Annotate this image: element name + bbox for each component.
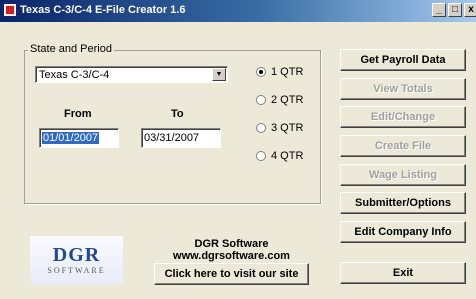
state-select-value: Texas C-3/C-4 [39, 69, 110, 81]
radio-1-qtr[interactable]: 1 QTR [256, 66, 326, 80]
view-totals-button[interactable]: View Totals [340, 78, 466, 100]
to-label: To [171, 108, 184, 120]
radio-circle[interactable] [256, 151, 266, 161]
company-url: www.dgrsoftware.com [173, 250, 290, 262]
app-window: Texas C-3/C-4 E-File Creator 1.6 _ □ x S… [0, 0, 476, 299]
dgr-logo: DGR SOFTWARE [30, 236, 123, 284]
logo-sub-text: SOFTWARE [47, 266, 106, 275]
radio-circle-checked[interactable] [256, 67, 266, 77]
radio-2-qtr[interactable]: 2 QTR [256, 94, 326, 108]
submitter-options-button[interactable]: Submitter/Options [340, 192, 466, 214]
state-select[interactable]: Texas C-3/C-4 ▼ [35, 66, 228, 83]
radio-1-qtr-label: 1 QTR [271, 66, 304, 78]
exit-button[interactable]: Exit [340, 262, 466, 284]
create-file-button[interactable]: Create File [340, 135, 466, 157]
from-date-input[interactable]: 01/01/2007 [39, 128, 119, 148]
window-title: Texas C-3/C-4 E-File Creator 1.6 [20, 4, 186, 16]
app-icon [4, 4, 16, 16]
to-date-input[interactable]: 03/31/2007 [141, 128, 221, 148]
radio-circle[interactable] [256, 95, 266, 105]
from-label: From [64, 108, 92, 120]
radio-4-qtr-label: 4 QTR [271, 150, 304, 162]
radio-circle[interactable] [256, 123, 266, 133]
title-bar[interactable]: Texas C-3/C-4 E-File Creator 1.6 _ □ x [0, 0, 476, 22]
get-payroll-data-button[interactable]: Get Payroll Data [340, 49, 466, 71]
radio-4-qtr[interactable]: 4 QTR [256, 150, 326, 164]
to-date-value: 03/31/2007 [144, 132, 200, 144]
radio-3-qtr[interactable]: 3 QTR [256, 122, 326, 136]
maximize-button[interactable]: □ [448, 3, 462, 17]
logo-main-text: DGR [52, 244, 101, 266]
visit-site-button[interactable]: Click here to visit our site [154, 263, 309, 285]
company-name: DGR Software [194, 238, 269, 250]
radio-2-qtr-label: 2 QTR [271, 94, 304, 106]
state-period-legend: State and Period [28, 43, 114, 55]
edit-change-button[interactable]: Edit/Change [340, 106, 466, 128]
wage-listing-button[interactable]: Wage Listing [340, 164, 466, 186]
from-date-value: 01/01/2007 [42, 132, 100, 144]
chevron-down-icon[interactable]: ▼ [212, 68, 226, 81]
close-button[interactable]: x [464, 3, 476, 17]
minimize-button[interactable]: _ [432, 3, 446, 17]
radio-3-qtr-label: 3 QTR [271, 122, 304, 134]
edit-company-info-button[interactable]: Edit Company Info [340, 221, 466, 243]
